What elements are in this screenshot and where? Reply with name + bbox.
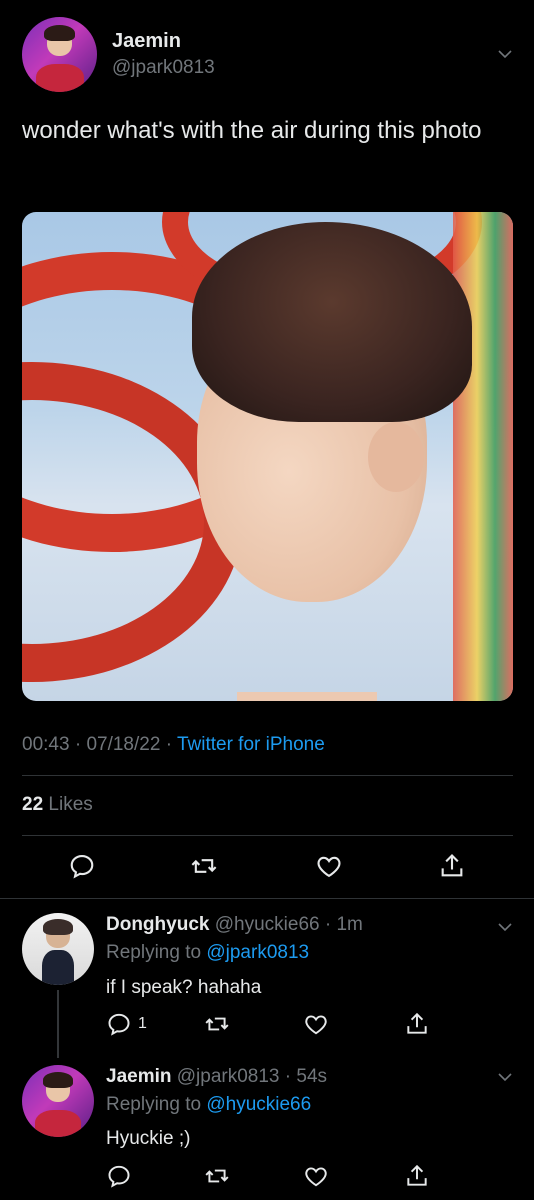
divider: [0, 898, 534, 899]
meta-separator: ·: [165, 734, 177, 755]
author-handle[interactable]: @jpark0813: [112, 57, 215, 79]
reply-header: Donghyuck @hyuckie66 · 1m: [106, 914, 363, 936]
reply-author-name[interactable]: Donghyuck: [106, 914, 209, 935]
reply-icon: [108, 1013, 130, 1036]
heart-icon: [305, 1015, 327, 1035]
reply-button[interactable]: 1: [106, 1006, 147, 1042]
reply-author-name[interactable]: Jaemin: [106, 1066, 171, 1087]
reply-author-handle[interactable]: @hyuckie66: [215, 914, 320, 935]
time-separator: ·: [279, 1066, 297, 1087]
likes-label: Likes: [48, 794, 93, 815]
likes-count[interactable]: 22 Likes: [22, 794, 93, 816]
replying-mention[interactable]: @hyuckie66: [206, 1094, 311, 1115]
reply-action-bar: [0, 1158, 534, 1194]
chevron-down-icon[interactable]: [498, 920, 512, 934]
chevron-down-icon[interactable]: [498, 1070, 512, 1084]
author-avatar[interactable]: [22, 17, 97, 92]
time-separator: ·: [319, 914, 337, 935]
reply-text: if I speak? hahaha: [106, 977, 262, 998]
divider: [22, 775, 513, 776]
reply-icon: [108, 1165, 130, 1188]
reply-button[interactable]: [106, 1158, 138, 1194]
reply-button[interactable]: [68, 848, 96, 884]
replying-prefix: Replying to: [106, 942, 202, 963]
replying-prefix: Replying to: [106, 1094, 202, 1115]
share-icon: [407, 1164, 427, 1186]
tweet-photo[interactable]: [22, 212, 513, 701]
reply-action-bar: 1: [0, 1006, 534, 1042]
reply-avatar[interactable]: [22, 1065, 94, 1137]
replying-mention[interactable]: @jpark0813: [206, 942, 309, 963]
likes-number: 22: [22, 794, 44, 815]
tweet-time: 00:43: [22, 734, 70, 755]
reply-time: 54s: [296, 1066, 328, 1087]
heart-icon: [305, 1167, 327, 1187]
retweet-icon: [205, 1017, 229, 1031]
reply-header: Jaemin @jpark0813 · 54s: [106, 1066, 327, 1088]
tweet-meta: 00:43 · 07/18/22 · Twitter for iPhone: [22, 734, 325, 756]
reply-time: 1m: [336, 914, 363, 935]
share-button[interactable]: [404, 1006, 430, 1042]
like-button[interactable]: [315, 848, 343, 884]
retweet-icon: [205, 1169, 229, 1183]
share-icon: [441, 854, 463, 877]
retweet-button[interactable]: [204, 1006, 230, 1042]
share-button[interactable]: [438, 848, 466, 884]
reply-count: 1: [138, 1015, 147, 1032]
chevron-down-icon[interactable]: [498, 47, 512, 61]
reply-icon: [70, 855, 94, 879]
retweet-button[interactable]: [204, 1158, 230, 1194]
share-button[interactable]: [404, 1158, 430, 1194]
tweet-action-bar: [0, 848, 534, 884]
author-name[interactable]: Jaemin: [112, 30, 181, 53]
replying-to: Replying to @jpark0813: [106, 942, 309, 964]
retweet-button[interactable]: [190, 848, 218, 884]
reply-avatar[interactable]: [22, 913, 94, 985]
tweet-author: Jaemin @jpark0813: [22, 17, 512, 92]
retweet-icon: [191, 859, 217, 873]
meta-separator: ·: [74, 734, 87, 755]
divider: [22, 835, 513, 836]
reply-text: Hyuckie ;): [106, 1128, 191, 1149]
reply-author-handle[interactable]: @jpark0813: [177, 1066, 280, 1087]
tweet-source[interactable]: Twitter for iPhone: [177, 734, 325, 755]
share-icon: [407, 1012, 427, 1034]
tweet-text: wonder what's with the air during this p…: [22, 117, 482, 144]
like-button[interactable]: [303, 1006, 329, 1042]
tweet-date: 07/18/22: [86, 734, 161, 755]
like-button[interactable]: [303, 1158, 329, 1194]
heart-icon: [317, 856, 341, 878]
replying-to: Replying to @hyuckie66: [106, 1094, 311, 1116]
